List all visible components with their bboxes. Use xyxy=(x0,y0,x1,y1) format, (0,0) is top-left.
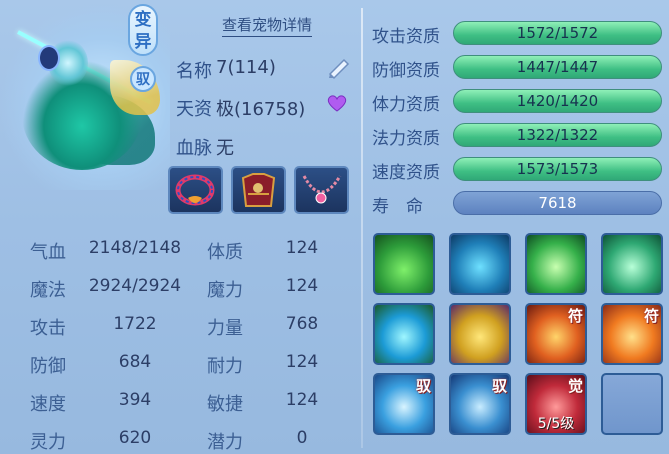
skill-awaken-icon[interactable]: 觉 5/5级 xyxy=(525,373,587,435)
equip-slot-1[interactable] xyxy=(168,166,223,214)
stat-value: 620 xyxy=(118,428,152,448)
skill-whirlwind-icon[interactable] xyxy=(601,233,663,295)
armor-icon xyxy=(241,173,276,207)
skill-tag: 符 xyxy=(567,307,583,325)
stat-label: 体质 xyxy=(207,242,243,263)
view-pet-details-link[interactable]: 查看宠物详情 xyxy=(222,14,313,37)
quality-label: 防御资质 xyxy=(372,61,440,81)
skill-tag: 觉 xyxy=(567,377,583,395)
blood-label: 血脉 xyxy=(176,138,212,159)
skill-golden-shield-icon[interactable] xyxy=(449,303,511,365)
name-label: 名称 xyxy=(176,61,212,82)
skill-tag: 驭 xyxy=(415,377,431,395)
talent-value: 极(16758) xyxy=(216,99,306,120)
stat-value: 124 xyxy=(285,238,319,258)
life-label: 寿 命 xyxy=(372,197,423,217)
stat-value: 1722 xyxy=(113,314,157,334)
quality-label: 速度资质 xyxy=(372,163,440,183)
stat-label: 魔力 xyxy=(207,280,243,301)
stat-label: 气血 xyxy=(30,242,66,263)
transform-badge-label: 变 异 xyxy=(134,10,152,52)
stat-value: 124 xyxy=(285,352,319,372)
stat-label: 灵力 xyxy=(30,432,66,453)
stat-label: 魔法 xyxy=(30,280,66,301)
talent-label: 天资 xyxy=(176,99,212,120)
stat-value: 2148/2148 xyxy=(88,238,182,258)
mount-badge[interactable]: 驭 xyxy=(130,66,156,92)
stat-label: 敏捷 xyxy=(207,394,243,415)
stat-label: 潜力 xyxy=(207,432,243,453)
skill-water-wave-icon[interactable]: 驭 xyxy=(373,373,435,435)
skill-level: 5/5级 xyxy=(537,416,575,432)
divider xyxy=(361,8,363,448)
stat-value: 124 xyxy=(285,390,319,410)
quality-label: 攻击资质 xyxy=(372,27,440,47)
skill-tag: 驭 xyxy=(491,377,507,395)
skill-ghost-figure-icon[interactable] xyxy=(449,233,511,295)
skill-fire-rune-icon[interactable]: 符 xyxy=(525,303,587,365)
quality-bar: 1420/1420 xyxy=(453,89,662,113)
quality-bar: 1573/1573 xyxy=(453,157,662,181)
stat-label: 攻击 xyxy=(30,318,66,339)
life-bar: 7618 xyxy=(453,191,662,215)
skill-blade-spin-icon[interactable] xyxy=(525,233,587,295)
stat-label: 耐力 xyxy=(207,356,243,377)
quality-label: 法力资质 xyxy=(372,129,440,149)
skill-shadow-fighter-icon[interactable] xyxy=(373,233,435,295)
pen-icon[interactable] xyxy=(326,54,352,80)
skill-ice-blade-icon[interactable]: 驭 xyxy=(449,373,511,435)
necklace-ring-icon xyxy=(175,174,215,206)
chain-necklace-icon xyxy=(302,175,342,204)
stat-value: 684 xyxy=(118,352,152,372)
quality-bar: 1572/1572 xyxy=(453,21,662,45)
stat-value: 768 xyxy=(285,314,319,334)
heart-icon[interactable] xyxy=(326,92,348,114)
equip-slot-2[interactable] xyxy=(231,166,286,214)
quality-bar: 1322/1322 xyxy=(453,123,662,147)
skill-blue-flame-icon[interactable] xyxy=(373,303,435,365)
blood-value: 无 xyxy=(216,138,234,159)
stat-label: 防御 xyxy=(30,356,66,377)
transform-badge[interactable]: 变 异 xyxy=(128,4,158,56)
stat-value: 2924/2924 xyxy=(88,276,182,296)
skill-empty-slot-icon[interactable] xyxy=(601,373,663,435)
name-value: 7(114) xyxy=(216,57,276,78)
skill-tag: 符 xyxy=(643,307,659,325)
quality-label: 体力资质 xyxy=(372,95,440,115)
stat-label: 速度 xyxy=(30,394,66,415)
stat-label: 力量 xyxy=(207,318,243,339)
stat-value: 124 xyxy=(285,276,319,296)
quality-bar: 1447/1447 xyxy=(453,55,662,79)
equip-slot-3[interactable] xyxy=(294,166,349,214)
skill-flame-sword-rune-icon[interactable]: 符 xyxy=(601,303,663,365)
stat-value: 0 xyxy=(296,428,308,448)
stat-value: 394 xyxy=(118,390,152,410)
